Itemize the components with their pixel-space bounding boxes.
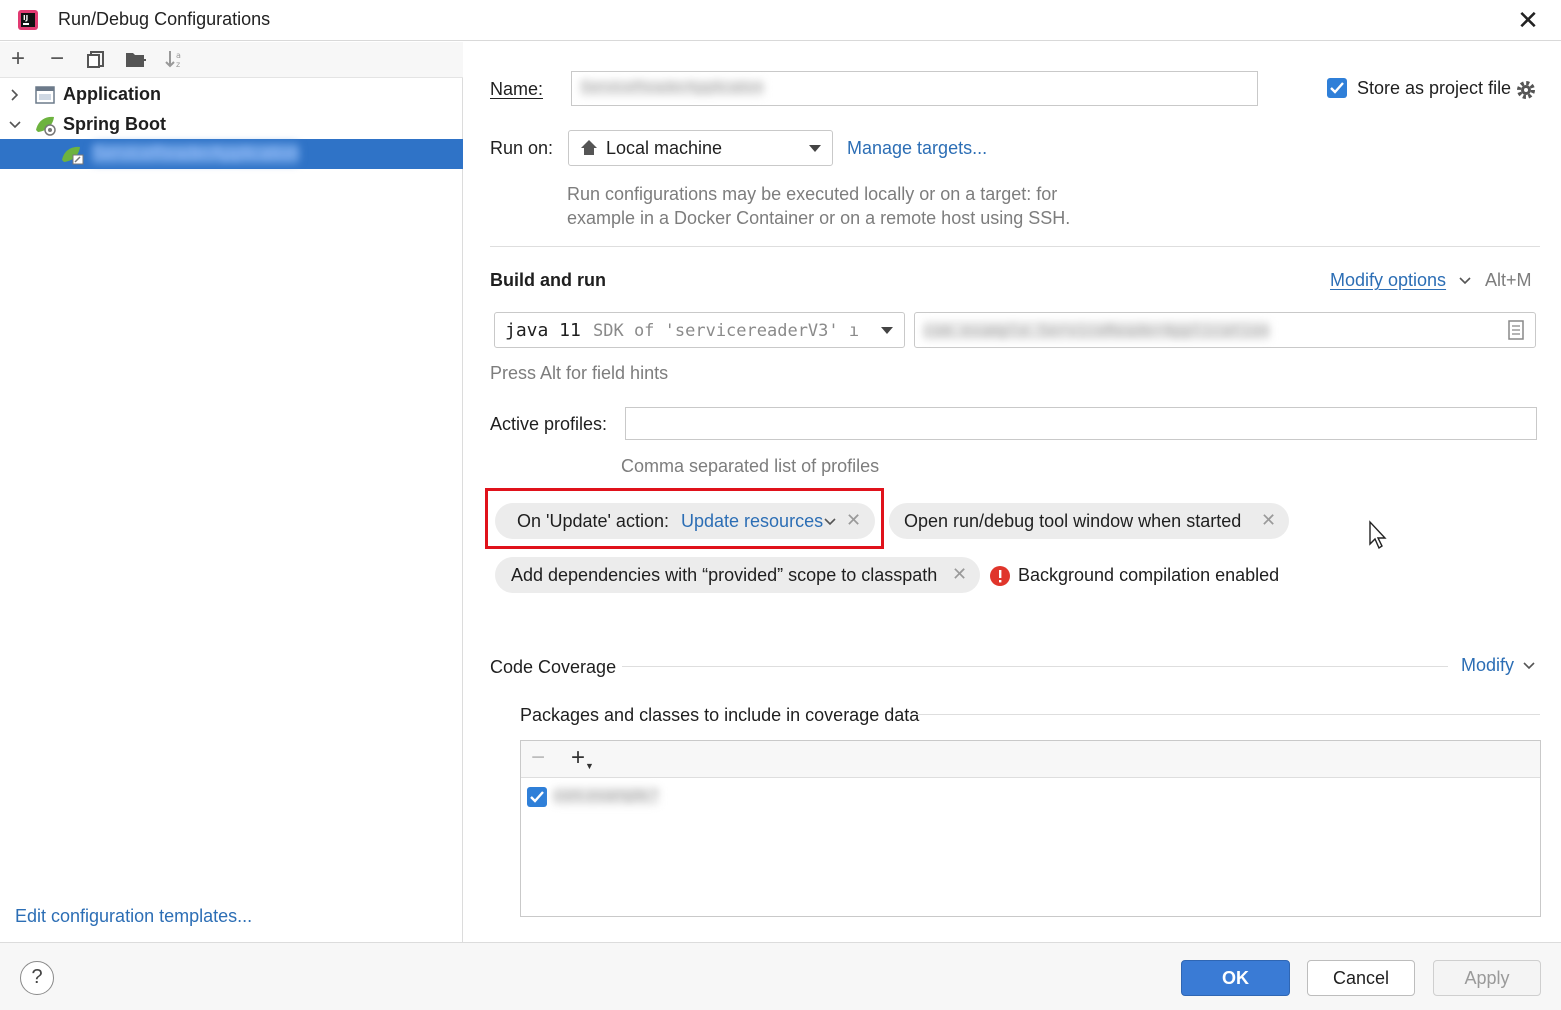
checkmark-icon [1330,82,1344,94]
coverage-modify-link[interactable]: Modify [1461,655,1514,676]
mouse-cursor-icon [1369,520,1387,550]
chevron-down-icon[interactable] [1522,660,1536,672]
main-class-value: com.example.ServiceReaderApplication [923,321,1270,340]
open-tool-window-label: Open run/debug tool window when started [904,511,1242,531]
chevron-down-icon[interactable] [1458,275,1472,287]
dropdown-arrow-icon [809,145,821,152]
provided-scope-label: Add dependencies with “provided” scope t… [511,565,938,585]
application-icon [35,86,55,104]
svg-text:IJ: IJ [23,14,28,22]
config-tree-panel [0,42,463,942]
remove-chip-icon[interactable]: ✕ [1261,510,1276,531]
name-label: Name: [490,79,544,99]
run-on-label: Run on: [490,138,554,158]
build-and-run-title: Build and run [490,270,606,290]
remove-icon[interactable]: − [45,46,69,72]
jdk-version: java 11 [505,320,581,341]
update-action-value[interactable]: Update resources [681,511,823,532]
tree-toolbar [0,42,463,78]
modify-shortcut: Alt+M [1485,270,1532,290]
tree-item-spring-boot[interactable]: Spring Boot [0,110,463,140]
update-action-chip[interactable]: On 'Update' action: Update resources ✕ [495,503,875,539]
edit-templates-link[interactable]: Edit configuration templates... [15,906,252,927]
selected-config-label: ServiceReaderApplication [92,143,300,164]
run-on-dropdown[interactable]: Local machine [568,130,833,166]
dropdown-arrow-icon [881,327,893,334]
cancel-button[interactable]: Cancel [1307,960,1415,996]
new-folder-icon[interactable] [125,49,147,69]
separator [490,246,1540,247]
separator [622,666,1448,667]
packages-title: Packages and classes to include in cover… [520,705,920,725]
run-on-hint-line2: example in a Docker Container or on a re… [567,208,1071,228]
active-profiles-label: Active profiles: [490,414,608,434]
copy-icon[interactable] [86,49,106,69]
tree-item-label: Application [63,84,161,104]
jdk-sdk-label: SDK of 'servicereaderV3' ı [593,321,860,341]
add-icon[interactable]: + [6,46,30,72]
main-class-input[interactable]: com.example.ServiceReaderApplication [914,312,1536,348]
tree-item-selected-config[interactable]: ServiceReaderApplication [0,139,463,169]
home-icon [581,140,597,155]
chevron-down-icon[interactable] [8,118,22,132]
window-title: Run/Debug Configurations [58,9,271,29]
apply-button[interactable]: Apply [1433,960,1541,996]
intellij-app-icon: IJ [18,10,38,30]
modify-options-link[interactable]: Modify options [1330,270,1446,291]
run-on-value: Local machine [606,138,723,158]
remove-chip-icon[interactable]: ✕ [952,564,967,585]
error-icon [990,566,1010,586]
jdk-dropdown[interactable]: java 11 SDK of 'servicereaderV3' ı [494,312,905,348]
remove-chip-icon[interactable]: ✕ [846,510,861,531]
field-hints: Press Alt for field hints [490,363,669,383]
chevron-down-icon[interactable] [823,516,837,528]
profiles-hint: Comma separated list of profiles [621,456,880,476]
coverage-item-checkbox[interactable] [527,787,547,807]
checkmark-icon [530,791,544,803]
add-dropdown-icon[interactable]: +▼ [571,745,594,775]
open-tool-window-chip[interactable]: Open run/debug tool window when started … [889,503,1289,539]
active-profiles-input[interactable] [625,407,1537,440]
coverage-packages-list: − +▼ com.example.* [520,740,1541,917]
tree-item-application[interactable]: Application [0,80,463,110]
code-coverage-title: Code Coverage [490,657,617,677]
provided-scope-chip[interactable]: Add dependencies with “provided” scope t… [495,557,980,593]
store-project-label[interactable]: Store as project file [1357,78,1511,99]
remove-icon[interactable]: − [531,745,545,771]
update-action-prefix: On 'Update' action: [517,511,669,531]
chevron-right-icon[interactable] [8,88,22,102]
tree-item-label: Spring Boot [63,114,166,134]
list-toolbar [521,741,1540,778]
store-project-checkbox[interactable] [1327,78,1347,98]
spring-boot-icon [36,116,56,136]
help-button[interactable]: ? [20,961,54,995]
name-input[interactable]: ServiceReaderApplication [571,71,1258,106]
close-icon[interactable]: ✕ [1514,6,1542,34]
ok-button[interactable]: OK [1181,960,1290,996]
coverage-item-label: com.example.* [553,787,659,805]
svg-text:a: a [176,51,181,60]
browse-file-icon[interactable] [1507,320,1525,340]
manage-targets-link[interactable]: Manage targets... [847,138,987,159]
spring-boot-run-icon [62,146,84,165]
name-value: ServiceReaderApplication [580,79,765,97]
gear-icon[interactable] [1515,79,1537,101]
svg-text:z: z [176,60,180,69]
separator [915,714,1540,715]
run-on-hint-line1: Run configurations may be executed local… [567,184,1058,204]
sort-icon[interactable]: a z [164,49,186,69]
background-compilation-warning: Background compilation enabled [1018,565,1280,585]
